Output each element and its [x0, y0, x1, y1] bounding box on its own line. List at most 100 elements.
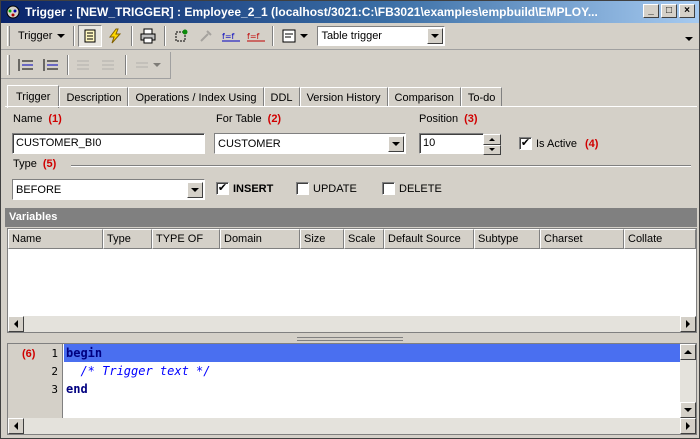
type-label: Type (5) — [13, 158, 56, 170]
edit-toolbar — [1, 52, 171, 79]
variables-grid-header: Name Type TYPE OF Domain Size Scale Defa… — [8, 229, 696, 249]
tools-button[interactable] — [194, 25, 218, 47]
variables-hscrollbar[interactable] — [8, 316, 696, 332]
toolbar-overflow-icon[interactable] — [685, 37, 693, 41]
column-header-collate[interactable]: Collate — [624, 229, 696, 249]
maximize-button[interactable]: □ — [661, 4, 677, 18]
tab-operations-index[interactable]: Operations / Index Using — [128, 87, 264, 107]
scroll-up-button[interactable] — [680, 344, 696, 360]
editor-vscrollbar[interactable] — [680, 344, 696, 418]
compile-icon — [109, 28, 122, 44]
fields-button[interactable]: f=f — [219, 25, 243, 47]
left-arrow-icon — [14, 320, 18, 328]
trigger-editor-window: Trigger : [NEW_TRIGGER] : Employee_2_1 (… — [0, 0, 700, 439]
stepper-up-button[interactable] — [483, 134, 501, 145]
column-header-subtype[interactable]: Subtype — [474, 229, 540, 249]
delete-checkbox[interactable]: DELETE — [382, 182, 442, 195]
scroll-left-button[interactable] — [8, 418, 24, 434]
column-header-size[interactable]: Size — [300, 229, 344, 249]
position-label: Position (3) — [419, 113, 478, 125]
column-header-charset[interactable]: Charset — [540, 229, 624, 249]
scroll-left-button[interactable] — [8, 316, 24, 332]
chevron-down-icon — [392, 141, 400, 146]
code-text-area[interactable]: begin /* Trigger text */ end — [64, 344, 680, 418]
code-line[interactable]: /* Trigger text */ — [64, 362, 680, 380]
uncomment-button[interactable] — [97, 54, 121, 76]
tab-todo[interactable]: To-do — [460, 87, 503, 107]
properties-button[interactable] — [78, 25, 103, 47]
update-checkbox[interactable]: UPDATE — [296, 182, 357, 195]
delete-check-box[interactable] — [382, 182, 395, 195]
for-table-label-text: For Table — [216, 113, 262, 125]
position-input[interactable]: 10 — [419, 133, 484, 154]
tab-comparison[interactable]: Comparison — [387, 87, 461, 107]
close-button[interactable]: × — [679, 4, 695, 18]
up-arrow-icon — [684, 350, 692, 354]
scroll-right-button[interactable] — [680, 316, 696, 332]
insert-checkbox[interactable]: ✔ INSERT — [216, 182, 273, 195]
left-arrow-icon — [14, 422, 18, 430]
chevron-down-icon — [300, 34, 309, 38]
trigger-type-select[interactable]: Table trigger — [317, 26, 446, 46]
column-header-name[interactable]: Name — [8, 229, 103, 249]
tab-ddl[interactable]: DDL — [263, 87, 300, 107]
insert-check-icon[interactable]: ✔ — [216, 182, 229, 195]
fields-red-button[interactable]: f=f — [244, 25, 268, 47]
trigger-timing-value: BEFORE — [16, 183, 62, 196]
code-line[interactable]: begin — [64, 344, 680, 362]
compile-button[interactable] — [103, 25, 127, 47]
window-title: Trigger : [NEW_TRIGGER] : Employee_2_1 (… — [25, 5, 598, 19]
tab-trigger[interactable]: Trigger — [7, 85, 60, 108]
scroll-down-button[interactable] — [680, 402, 696, 418]
indent-button[interactable] — [14, 54, 38, 76]
print-button[interactable] — [136, 25, 160, 47]
trigger-timing-select[interactable]: BEFORE — [12, 179, 205, 200]
code-editor[interactable]: (6) 1 2 3 begin /* Trigger text */ end — [7, 343, 697, 435]
column-header-domain[interactable]: Domain — [220, 229, 300, 249]
trigger-menu-label: Trigger — [18, 30, 53, 42]
for-table-select[interactable]: CUSTOMER — [214, 133, 406, 154]
delete-label: DELETE — [399, 182, 442, 195]
more-button[interactable] — [130, 54, 165, 76]
editor-options-button[interactable] — [277, 25, 312, 47]
svg-text:f=f: f=f — [247, 32, 260, 41]
unindent-icon — [43, 59, 58, 71]
trigger-menu-button[interactable]: Trigger — [14, 25, 69, 47]
position-stepper[interactable] — [483, 134, 501, 155]
unindent-button[interactable] — [39, 54, 63, 76]
tab-description[interactable]: Description — [59, 87, 129, 107]
debug-button[interactable] — [169, 25, 193, 47]
minimize-button[interactable]: _ — [643, 4, 659, 18]
down-arrow-icon — [489, 148, 495, 152]
is-active-checkbox[interactable]: ✔ Is Active (4) — [519, 137, 598, 150]
column-header-type[interactable]: Type — [103, 229, 152, 249]
dropdown-arrow[interactable] — [388, 135, 404, 152]
tab-panel-border — [5, 106, 697, 107]
scroll-right-button[interactable] — [680, 418, 696, 434]
pane-splitter[interactable] — [297, 337, 403, 341]
column-header-default-source[interactable]: Default Source — [384, 229, 474, 249]
column-header-type-of[interactable]: TYPE OF — [152, 229, 220, 249]
dropdown-arrow[interactable] — [427, 28, 444, 44]
toolbar-grip[interactable] — [7, 55, 10, 75]
right-arrow-icon — [686, 422, 690, 430]
stepper-down-button[interactable] — [483, 144, 501, 155]
variables-header: Variables — [5, 208, 697, 227]
dropdown-arrow[interactable] — [187, 181, 203, 198]
fields-red-icon: f=f — [247, 32, 266, 42]
chevron-down-icon — [191, 187, 199, 192]
column-header-scale[interactable]: Scale — [344, 229, 384, 249]
code-line[interactable]: end — [64, 380, 680, 398]
type-marker: (5) — [42, 158, 57, 170]
update-check-box[interactable] — [296, 182, 309, 195]
variables-grid[interactable]: Name Type TYPE OF Domain Size Scale Defa… — [7, 228, 697, 333]
toolbar-separator — [125, 55, 127, 75]
comment-button[interactable] — [72, 54, 96, 76]
tab-version-history[interactable]: Version History — [299, 87, 388, 107]
editor-hscrollbar[interactable] — [8, 418, 696, 434]
type-group-divider — [71, 165, 691, 167]
name-input[interactable]: CUSTOMER_BI0 — [12, 133, 205, 154]
indent-icon — [18, 59, 33, 71]
toolbar-grip[interactable] — [7, 26, 10, 46]
is-active-check-icon[interactable]: ✔ — [519, 137, 532, 150]
